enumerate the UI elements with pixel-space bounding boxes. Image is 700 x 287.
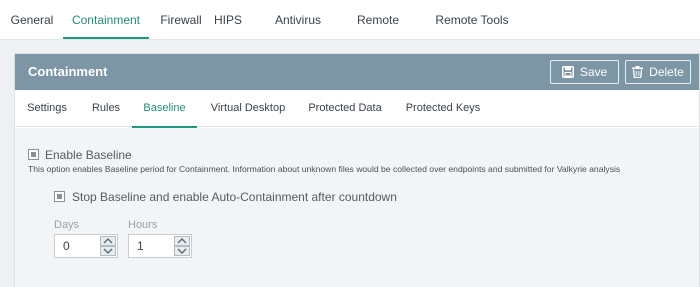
tab-virtual-desktop[interactable]: Virtual Desktop	[207, 90, 289, 127]
days-label: Days	[54, 219, 80, 231]
tab-protected-keys[interactable]: Protected Keys	[401, 90, 485, 127]
enable-baseline-label: Enable Baseline	[45, 148, 132, 162]
panel-title: Containment	[28, 64, 108, 79]
tab-remote-control[interactable]: Remote Control	[336, 0, 420, 67]
top-tab-bar: General Containment Firewall HIPS Antivi…	[0, 0, 700, 67]
hours-label: Hours	[128, 219, 158, 231]
panel-header: Containment Save Delete	[15, 54, 699, 90]
trash-icon	[632, 66, 644, 78]
containment-panel: Containment Save Delete Settings Rules B…	[14, 53, 700, 287]
delete-label: Delete	[649, 65, 684, 79]
baseline-description: This option enables Baseline period for …	[28, 164, 621, 174]
tab-antivirus[interactable]: Antivirus	[268, 0, 328, 40]
delete-button[interactable]: Delete	[625, 60, 691, 84]
stop-baseline-checkbox[interactable]	[54, 191, 65, 202]
chevron-up-icon	[177, 238, 187, 244]
chevron-up-icon	[103, 238, 113, 244]
hours-input[interactable]: 1	[128, 234, 192, 258]
tab-hips[interactable]: HIPS	[208, 0, 248, 40]
days-input[interactable]: 0	[54, 234, 118, 258]
chevron-down-icon	[177, 248, 187, 254]
tab-baseline[interactable]: Baseline	[132, 90, 197, 128]
tab-containment[interactable]: Containment	[63, 0, 149, 40]
hours-value: 1	[137, 239, 144, 253]
tab-settings[interactable]: Settings	[21, 90, 73, 127]
days-decrement-button[interactable]	[100, 246, 116, 256]
days-value: 0	[63, 239, 70, 253]
tab-protected-data[interactable]: Protected Data	[305, 90, 385, 127]
stop-baseline-label: Stop Baseline and enable Auto-Containmen…	[72, 190, 397, 204]
tab-remote-tools[interactable]: Remote Tools	[434, 0, 510, 40]
save-icon	[561, 66, 574, 78]
enable-baseline-checkbox[interactable]	[28, 149, 39, 160]
tab-firewall[interactable]: Firewall	[156, 0, 206, 40]
save-label: Save	[579, 65, 608, 79]
hours-decrement-button[interactable]	[174, 246, 190, 256]
chevron-down-icon	[103, 248, 113, 254]
baseline-settings: Enable Baseline This option enables Base…	[15, 128, 699, 287]
tab-general[interactable]: General	[6, 0, 58, 40]
sub-tab-bar: Settings Rules Baseline Virtual Desktop …	[15, 90, 699, 128]
save-button[interactable]: Save	[550, 60, 619, 84]
days-increment-button[interactable]	[100, 236, 116, 246]
hours-increment-button[interactable]	[174, 236, 190, 246]
tab-rules[interactable]: Rules	[87, 90, 125, 127]
